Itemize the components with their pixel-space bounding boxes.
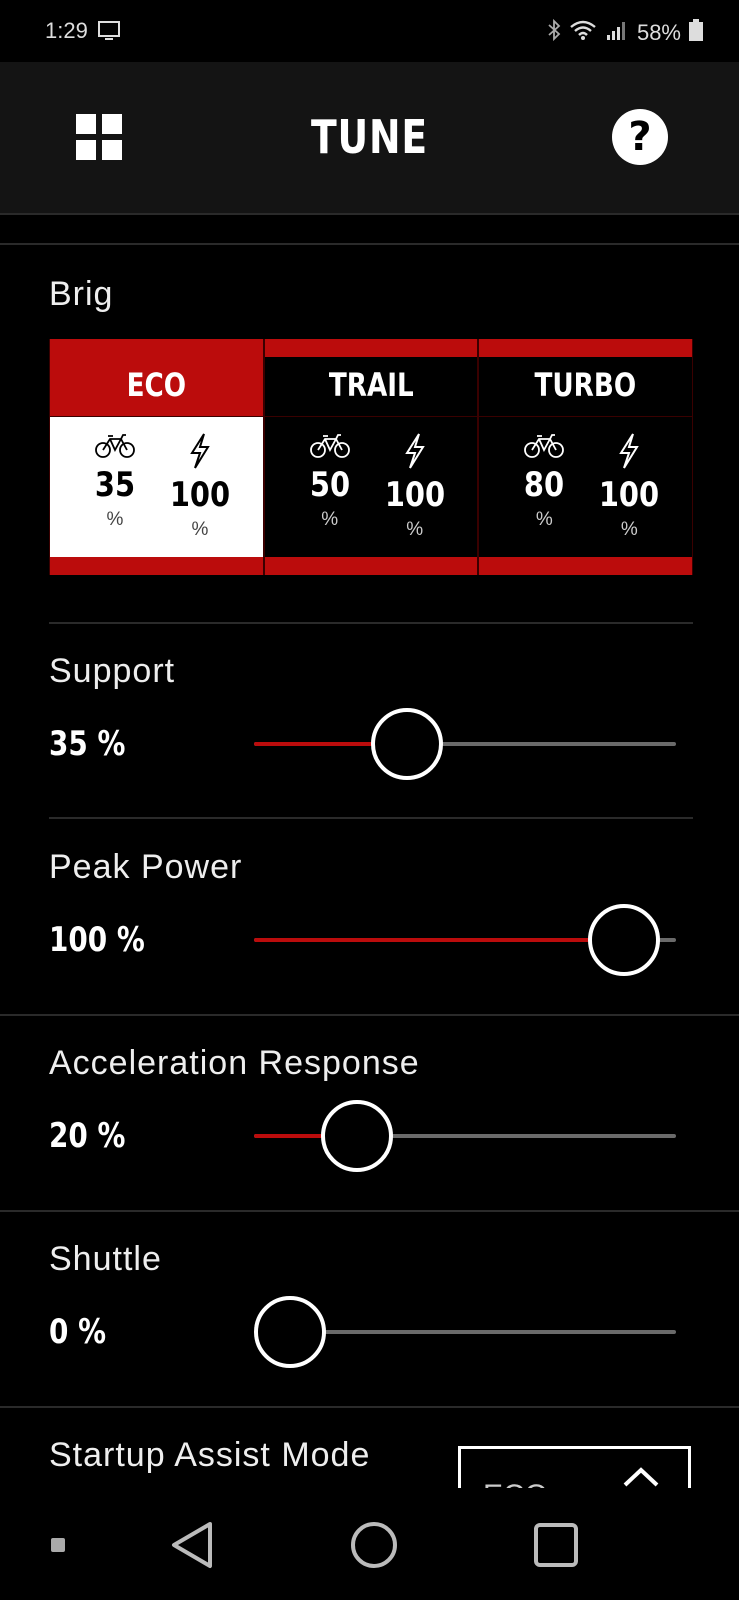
divider xyxy=(0,1406,739,1408)
status-time: 1:29 xyxy=(45,18,88,43)
support-value-text: 35 % xyxy=(49,724,126,764)
slider-thumb[interactable] xyxy=(320,1100,393,1172)
slider-thumb[interactable] xyxy=(588,904,660,976)
peak-value: 100 xyxy=(169,475,231,515)
bluetooth-icon xyxy=(547,18,561,47)
mode-label: ECO xyxy=(126,366,187,404)
system-nav-bar xyxy=(0,1490,739,1600)
signal-icon xyxy=(605,19,629,46)
peak-unit: % xyxy=(191,519,209,540)
support-title: Support xyxy=(49,652,176,690)
battery-icon xyxy=(689,19,703,46)
mode-tab-turbo[interactable]: TURBO 80 % 100 % xyxy=(478,339,694,575)
lightning-bolt-icon xyxy=(404,433,425,469)
support-value: 80 xyxy=(524,465,565,505)
startup-assist-select[interactable]: ECO xyxy=(458,1446,691,1488)
startup-assist-title: Startup Assist Mode xyxy=(49,1436,371,1474)
circle-home-icon[interactable] xyxy=(342,1490,406,1600)
support-unit: % xyxy=(535,509,553,530)
bicycle-icon xyxy=(95,434,135,458)
nav-menu-dot-icon[interactable] xyxy=(40,1490,76,1600)
chevron-up-icon xyxy=(621,1465,661,1488)
divider xyxy=(0,1014,739,1016)
startup-assist-selected: ECO xyxy=(483,1479,548,1488)
profile-name: Brig xyxy=(49,275,114,313)
mode-tab-trail[interactable]: TRAIL 50 % 100 % xyxy=(263,339,479,575)
support-value: 35 xyxy=(94,465,136,505)
divider xyxy=(0,243,739,245)
mode-label: TURBO xyxy=(534,366,637,404)
support-unit: % xyxy=(321,509,339,530)
peak-power-title: Peak Power xyxy=(49,848,243,886)
divider xyxy=(49,622,693,624)
battery-percent: 58% xyxy=(636,19,681,45)
peak-power-slider[interactable] xyxy=(254,903,676,977)
acceleration-value-text: 20 % xyxy=(49,1116,126,1156)
app-header: TUNE ? xyxy=(0,62,739,215)
mode-label: TRAIL xyxy=(328,366,414,404)
support-value: 50 xyxy=(309,465,350,505)
triangle-back-icon[interactable] xyxy=(160,1490,224,1600)
bicycle-icon xyxy=(309,434,350,458)
lightning-bolt-icon xyxy=(190,433,210,469)
page-title: TUNE xyxy=(311,110,428,164)
shuttle-value-text: 0 % xyxy=(49,1312,107,1352)
peak-value: 100 xyxy=(599,475,660,515)
shuttle-title: Shuttle xyxy=(49,1240,162,1278)
support-slider[interactable] xyxy=(254,707,676,781)
cast-screen-icon xyxy=(98,21,120,46)
peak-unit: % xyxy=(620,519,638,540)
slider-thumb[interactable] xyxy=(254,1296,326,1368)
slider-thumb[interactable] xyxy=(370,708,443,780)
status-indicators: 58% xyxy=(547,18,703,47)
shuttle-slider[interactable] xyxy=(254,1295,676,1369)
mode-selector: ECO 35 % 100 % TRAIL 50 % 100 % TURBO 80… xyxy=(49,339,694,575)
help-button[interactable]: ? xyxy=(612,109,668,165)
divider xyxy=(49,817,693,819)
support-unit: % xyxy=(106,509,124,530)
slider-fill xyxy=(254,938,624,942)
peak-value: 100 xyxy=(384,475,445,515)
lightning-bolt-icon xyxy=(619,433,640,469)
peak-power-value-text: 100 % xyxy=(49,920,145,960)
bicycle-icon xyxy=(524,434,565,458)
peak-unit: % xyxy=(406,519,424,540)
wifi-icon xyxy=(569,19,597,46)
square-recent-icon[interactable] xyxy=(524,1490,588,1600)
mode-tab-eco[interactable]: ECO 35 % 100 % xyxy=(49,339,264,575)
acceleration-slider[interactable] xyxy=(254,1099,676,1173)
acceleration-title: Acceleration Response xyxy=(49,1044,420,1082)
status-bar: 1:29 58% xyxy=(0,0,739,62)
divider xyxy=(0,1210,739,1212)
